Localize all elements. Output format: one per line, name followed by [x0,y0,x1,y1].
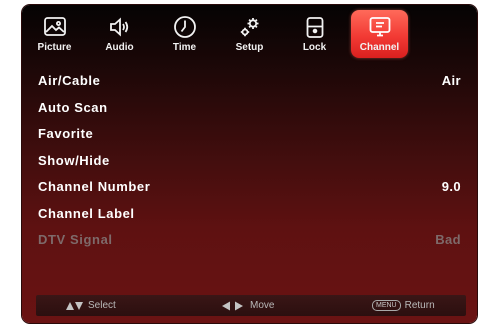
menu-item-label: DTV Signal [38,232,113,247]
tab-time[interactable]: Time [152,5,217,65]
tab-setup[interactable]: Setup [217,5,282,65]
menu-key-icon: MENU [372,300,401,311]
return-hint-label: Return [404,300,435,311]
tab-label: Lock [302,42,327,53]
menu-item-label: Show/Hide [38,152,110,168]
tab-label: Channel [359,42,400,53]
gears-icon [240,18,258,37]
tv-icon [369,17,390,37]
select-hint-label: Select [88,300,116,311]
tab-picture[interactable]: Picture [22,5,87,65]
tab-channel[interactable]: Channel [347,5,412,65]
tab-label: Setup [235,42,264,53]
menu-item-label: Channel Label [38,205,135,221]
menu-item-show-hide[interactable]: Show/Hide [22,149,477,176]
menu-item-label: Auto Scan [38,99,108,115]
select-hint: Select [66,300,116,311]
menu-item-auto-scan[interactable]: Auto Scan [22,96,477,123]
tv-osd-menu: Picture Audio Time Setup Lock Channel Ai… [22,5,477,323]
menu-item-air-cable[interactable]: Air/Cable Air [22,69,477,96]
menu-item-label: Channel Number [38,179,151,194]
tab-label: Audio [105,42,134,53]
top-tab-bar: Picture Audio Time Setup Lock Channel [22,5,477,65]
menu-item-value: 9.0 [441,179,461,194]
left-right-arrows-icon [222,301,243,310]
menu-item-favorite[interactable]: Favorite [22,122,477,149]
move-hint-label: Move [250,300,275,311]
menu-item-dtv-signal: DTV Signal Bad [22,228,477,255]
lock-icon [306,17,323,38]
menu-item-value: Air [441,73,461,88]
tab-audio[interactable]: Audio [87,5,152,65]
tab-label: Time [172,42,197,53]
menu-item-label: Favorite [38,126,94,141]
channel-menu-list: Air/Cable Air Auto Scan Favorite Show/Hi… [22,69,477,255]
menu-item-value: Bad [435,232,461,247]
clock-icon [173,16,196,38]
menu-item-label: Air/Cable [38,73,101,88]
move-hint: Move [222,300,274,311]
audio-icon [109,17,128,37]
tab-lock[interactable]: Lock [282,5,347,65]
tab-label: Picture [37,42,72,53]
menu-item-channel-label[interactable]: Channel Label [22,202,477,229]
up-down-arrows-icon [66,301,83,310]
menu-item-channel-number[interactable]: Channel Number 9.0 [22,175,477,202]
help-bar: Select Move MENU Return [36,295,466,316]
return-hint: MENU Return [372,300,435,311]
picture-icon [43,17,66,36]
